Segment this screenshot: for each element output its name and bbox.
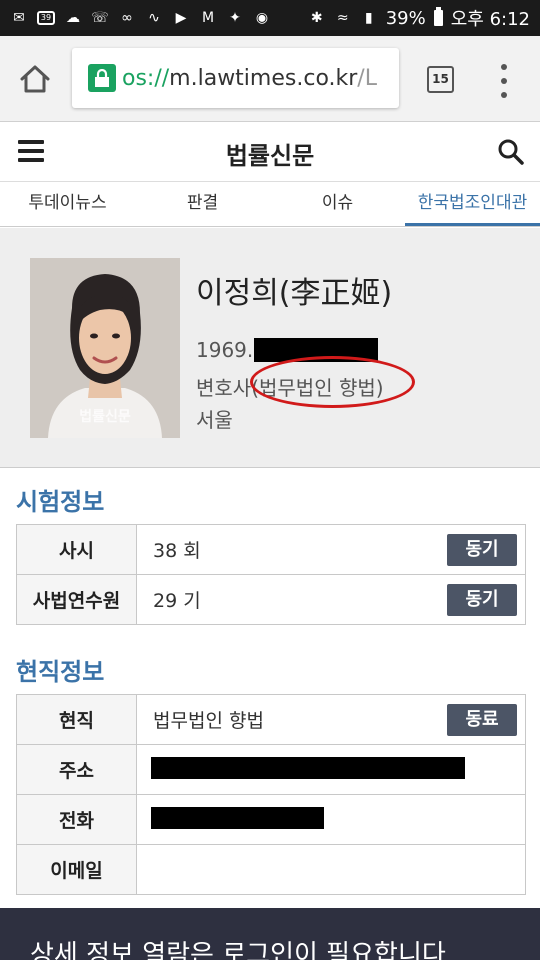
phone-icon: ☏ [91, 10, 109, 26]
row-label: 전화 [16, 794, 137, 845]
site-header: 법률신문 [0, 122, 540, 182]
current-position: 법무법인 향법 [153, 710, 264, 732]
tab-issues[interactable]: 이슈 [270, 182, 405, 226]
home-icon[interactable] [18, 62, 52, 96]
clock: 오후 6:12 [450, 9, 530, 30]
status-bar: ✉ 39 ☁ ☏ ∞ ∿ ▶ M ✦ ◉ ✱ ≈ ▮ 39% 오후 6:12 [0, 0, 540, 36]
table-row: 사법연수원 29 기 동기 [16, 574, 526, 625]
url-path: /L [357, 65, 377, 91]
tab-switcher-button[interactable]: 15 [427, 66, 454, 93]
photo-watermark: 법률신문 [79, 409, 131, 425]
address-bar[interactable]: os:// m.lawtimes.co.kr /L [72, 48, 399, 108]
mail-icon: M [201, 10, 215, 26]
job-info-table: 현직 법무법인 향법 동료 주소 전화 이메일 [16, 694, 526, 895]
message-icon: ✉ [13, 10, 25, 26]
row-label: 현직 [16, 694, 137, 745]
vibrate-icon: ∿ [148, 10, 160, 26]
person-location: 서울 [196, 408, 233, 432]
row-label: 사시 [16, 524, 137, 575]
row-value: 29 기 동기 [136, 574, 526, 625]
birth-year: 1969. [196, 338, 254, 362]
birth-date: 1969. [196, 338, 253, 362]
table-row: 주소 [16, 744, 526, 795]
training-institute-class: 29 기 [153, 590, 201, 612]
login-required-banner[interactable]: 상세 정보 열람은 로그인이 필요합니다 [0, 908, 540, 960]
row-label: 사법연수원 [16, 574, 137, 625]
signal-icon: ▮ [364, 10, 373, 26]
nav-tabs: 투데이뉴스 판결 이슈 한국법조인대관 [0, 182, 540, 227]
table-row: 현직 법무법인 향법 동료 [16, 694, 526, 745]
row-value: 법무법인 향법 동료 [136, 694, 526, 745]
redaction-bar [151, 807, 324, 829]
table-row: 사시 38 회 동기 [16, 524, 526, 575]
calendar-icon: 39 [37, 11, 55, 25]
link-icon: ∞ [121, 10, 133, 26]
bluetooth-icon: ✱ [310, 10, 323, 26]
twitter-icon: ✦ [229, 10, 241, 26]
table-row: 이메일 [16, 844, 526, 895]
classmates-button[interactable]: 동기 [447, 584, 517, 616]
colleagues-button[interactable]: 동료 [447, 704, 517, 736]
exam-section-title: 시험정보 [16, 488, 105, 516]
battery-icon [433, 7, 443, 26]
exam-info-table: 사시 38 회 동기 사법연수원 29 기 동기 [16, 524, 526, 625]
table-row: 전화 [16, 794, 526, 845]
row-label: 이메일 [16, 844, 137, 895]
row-value [136, 844, 526, 895]
notification-icons: ✉ 39 ☁ ☏ ∞ ∿ ▶ M ✦ ◉ [10, 10, 271, 26]
tab-lawyer-directory[interactable]: 한국법조인대관 [405, 182, 540, 226]
site-title[interactable]: 법률신문 [0, 136, 540, 171]
tab-today-news[interactable]: 투데이뉴스 [0, 182, 135, 226]
browser-toolbar: os:// m.lawtimes.co.kr /L 15 [0, 36, 540, 122]
annotation-circle [250, 356, 415, 408]
system-indicators: ✱ ≈ ▮ 39% 오후 6:12 [308, 5, 530, 31]
url-host: m.lawtimes.co.kr [169, 65, 358, 91]
battery-percent: 39% [385, 7, 426, 29]
cloud-icon: ☁ [66, 10, 80, 26]
profile-card: 법률신문 이정희(李正姬) 1969. 변호사(법무법인 향법) 서울 [0, 228, 540, 468]
row-value [136, 794, 526, 845]
person-name: 이정희(李正姬) [196, 276, 393, 311]
overflow-menu-icon[interactable] [497, 64, 511, 98]
profile-photo: 법률신문 [30, 258, 180, 438]
job-section-title: 현직정보 [16, 658, 105, 686]
row-value [136, 744, 526, 795]
url-scheme: os:// [122, 65, 170, 91]
tab-judgments[interactable]: 판결 [135, 182, 270, 226]
classmates-button[interactable]: 동기 [447, 534, 517, 566]
row-label: 주소 [16, 744, 137, 795]
lock-icon [88, 64, 116, 92]
search-icon[interactable] [497, 138, 525, 166]
redaction-bar [151, 757, 465, 779]
play-icon: ▶ [175, 10, 187, 26]
wifi-icon: ≈ [336, 10, 349, 26]
bar-exam-round: 38 회 [153, 540, 201, 562]
row-value: 38 회 동기 [136, 524, 526, 575]
instagram-icon: ◉ [255, 10, 269, 26]
